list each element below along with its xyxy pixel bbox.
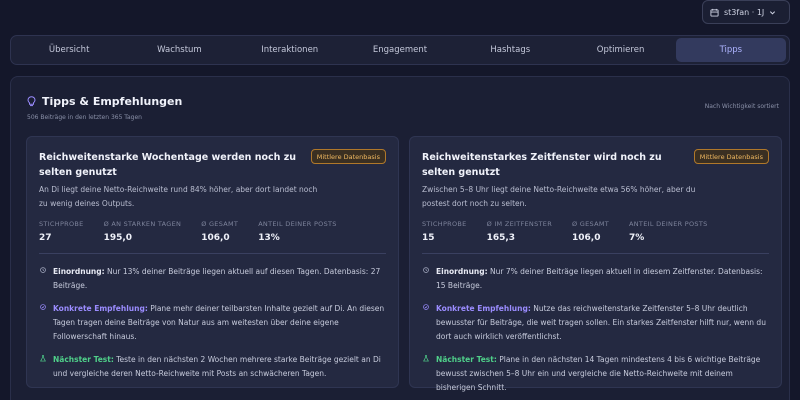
data-basis-badge: Mittlere Datenbasis [693, 149, 769, 164]
next-test-row: Nächster Test: Teste in den nächsten 2 W… [39, 353, 386, 381]
clock-icon [423, 267, 429, 273]
tab-tipps[interactable]: Tipps [675, 38, 786, 62]
stat-sample: Stichprobe 27 [39, 220, 84, 243]
card-title: Reichweitenstarke Wochentage werden noch… [39, 152, 297, 178]
tab-interaktionen[interactable]: Interaktionen [235, 38, 345, 62]
flask-icon [423, 355, 429, 362]
tab-optimieren[interactable]: Optimieren [565, 38, 675, 62]
recommendation-row: Konkrete Empfehlung: Plane mehr deiner t… [39, 302, 386, 344]
divider [422, 253, 769, 254]
panel-header: Tipps & Empfehlungen [27, 95, 182, 108]
stat-timeslot: Ø im Zeitfenster 165,3 [486, 220, 553, 243]
account-selector-button[interactable]: st3fan · 1J [702, 0, 790, 24]
card-description: Zwischen 5–8 Uhr liegt deine Netto-Reich… [422, 185, 696, 208]
stat-overall: Ø gesamt 106,0 [201, 220, 239, 243]
data-basis-badge: Mittlere Datenbasis [310, 149, 386, 164]
calendar-icon [710, 8, 719, 17]
next-test-row: Nächster Test: Plane in den nächsten 14 … [422, 353, 769, 395]
tab-hashtags[interactable]: Hashtags [455, 38, 565, 62]
stat-overall: Ø gesamt 106,0 [572, 220, 610, 243]
divider [39, 253, 386, 254]
tips-panel: Tipps & Empfehlungen 506 Beiträge in den… [10, 76, 790, 400]
stat-sample: Stichprobe 15 [422, 220, 467, 243]
chevron-down-icon [770, 10, 776, 15]
page-title: Tipps & Empfehlungen [42, 95, 183, 108]
recommendation-row: Konkrete Empfehlung: Nutze das reichweit… [422, 302, 769, 344]
tab-wachstum[interactable]: Wachstum [124, 38, 234, 62]
check-circle-icon [40, 304, 46, 310]
stats-row: Stichprobe 27 Ø an starken Tagen 195,0 Ø g… [39, 220, 337, 243]
card-title: Reichweitenstarkes Zeitfenster wird noch… [422, 152, 662, 178]
flask-icon [40, 355, 46, 362]
sort-note: Nach Wichtigkeit sortiert [704, 103, 779, 110]
stat-share: Anteil deiner Posts 7% [629, 220, 708, 243]
check-circle-icon [423, 304, 429, 310]
stat-strong-days: Ø an starken Tagen 195,0 [103, 220, 182, 243]
stats-row: Stichprobe 15 Ø im Zeitfenster 165,3 Ø ges… [422, 220, 708, 243]
clock-icon [40, 267, 46, 273]
assessment-row: Einordnung: Nur 13% deiner Beiträge lieg… [39, 265, 386, 293]
panel-subtitle: 506 Beiträge in den letzten 365 Tagen [27, 114, 142, 121]
tab-bar: Übersicht Wachstum Interaktionen Engagem… [10, 35, 790, 65]
card-description: An Di liegt deine Netto-Reichweite rund … [39, 185, 318, 208]
stat-share: Anteil deiner Posts 13% [258, 220, 337, 243]
tab-uebersicht[interactable]: Übersicht [14, 38, 124, 62]
assessment-row: Einordnung: Nur 7% deiner Beiträge liege… [422, 265, 769, 293]
tip-card-weekdays: Reichweitenstarke Wochentage werden noch… [26, 136, 399, 388]
tip-card-timeslot: Reichweitenstarkes Zeitfenster wird noch… [409, 136, 782, 392]
lightbulb-icon [27, 96, 36, 107]
account-label: st3fan · 1J [724, 7, 765, 17]
tab-engagement[interactable]: Engagement [345, 38, 455, 62]
